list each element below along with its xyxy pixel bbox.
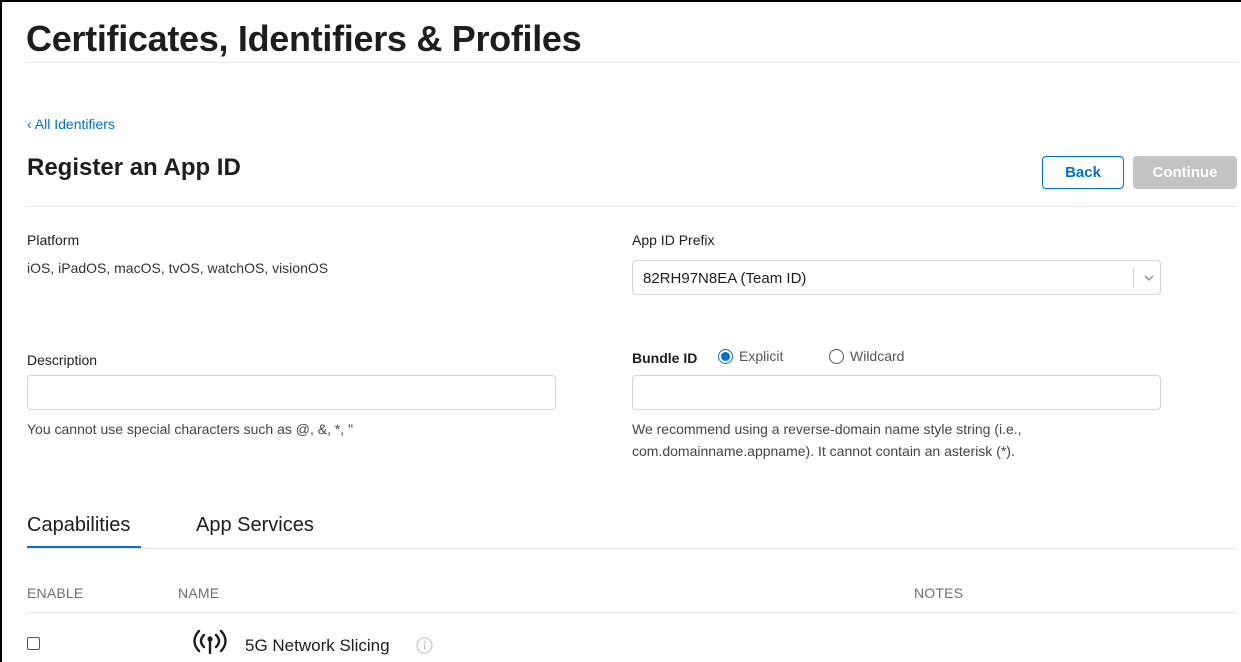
tabs-divider [26,548,1237,549]
continue-button[interactable]: Continue [1133,156,1237,189]
bundle-id-hint: We recommend using a reverse-domain name… [632,418,1022,462]
radio-unchecked-icon [829,348,844,364]
header-divider [26,62,1239,63]
bundle-id-input[interactable] [632,375,1161,410]
radio-checked-icon [718,348,733,364]
app-id-prefix-selected: 82RH97N8EA (Team ID) [643,270,807,287]
bundle-id-wildcard-radio[interactable]: Wildcard [829,348,904,364]
explicit-label: Explicit [739,348,784,364]
tab-app-services[interactable]: App Services [196,514,314,537]
bundle-id-hint-line1: We recommend using a reverse-domain name… [632,421,1022,437]
antenna-icon [193,629,227,654]
tab-capabilities[interactable]: Capabilities [27,514,130,537]
active-tab-indicator [27,546,141,548]
description-hint: You cannot use special characters such a… [27,421,354,437]
capability-name: 5G Network Slicing [245,636,390,655]
section-title: Register an App ID [27,154,241,181]
back-button[interactable]: Back [1042,156,1124,189]
app-id-prefix-select[interactable]: 82RH97N8EA (Team ID) [632,260,1161,295]
column-header-name: NAME [178,585,220,601]
column-header-notes: NOTES [914,585,964,601]
page-title: Certificates, Identifiers & Profiles [26,18,582,59]
bundle-id-explicit-radio[interactable]: Explicit [718,348,783,364]
platform-value: iOS, iPadOS, macOS, tvOS, watchOS, visio… [27,260,329,276]
page-frame [0,0,1241,662]
bundle-id-hint-line2: com.domainname.appname). It cannot conta… [632,443,1015,459]
column-header-enable: ENABLE [27,585,84,601]
bundle-id-label: Bundle ID [632,350,698,366]
wildcard-label: Wildcard [850,348,905,364]
platform-label: Platform [27,232,80,248]
app-id-prefix-label: App ID Prefix [632,232,715,248]
select-separator [1133,268,1134,288]
description-label: Description [27,352,98,368]
description-input[interactable] [27,375,556,410]
all-identifiers-link[interactable]: ‹ All Identifiers [27,116,115,132]
table-header-divider [26,612,1237,613]
info-icon[interactable] [416,637,433,654]
chevron-down-icon [1144,275,1154,281]
enable-checkbox[interactable] [27,637,40,650]
section-divider [26,206,1237,207]
